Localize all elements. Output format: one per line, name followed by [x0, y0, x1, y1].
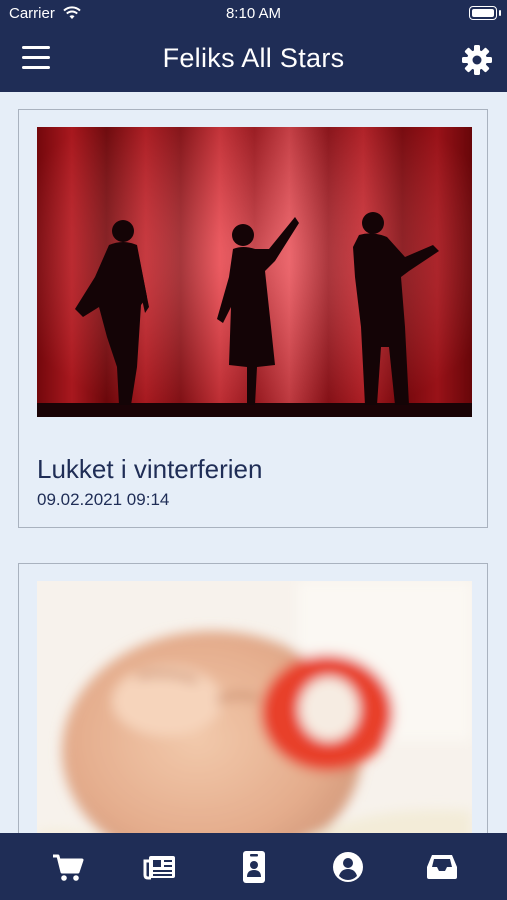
user-circle-icon[interactable] — [331, 851, 365, 883]
status-bar: Carrier 8:10 AM — [0, 0, 507, 28]
theater-curtain-image — [37, 127, 472, 417]
bottom-tab-bar — [0, 833, 507, 900]
contact-card-icon[interactable] — [237, 851, 271, 883]
news-feed[interactable]: Lukket i vinterferien 09.02.2021 09:14 — [0, 92, 507, 833]
battery-icon — [469, 6, 501, 20]
page-title: Feliks All Stars — [162, 43, 345, 73]
newspaper-icon[interactable] — [143, 851, 177, 883]
news-card[interactable]: Lukket i vinterferien 09.02.2021 09:14 — [18, 109, 488, 528]
post-title: Lukket i vinterferien — [37, 454, 263, 484]
news-card[interactable] — [18, 563, 488, 833]
top-navigation-bar: Carrier 8:10 AM Feliks All Stars — [0, 0, 507, 92]
clock: 8:10 AM — [225, 5, 282, 22]
shopping-cart-icon[interactable] — [51, 851, 85, 883]
gear-icon[interactable] — [461, 44, 493, 76]
baby-pacifier-image — [37, 581, 472, 833]
inbox-icon[interactable] — [425, 851, 459, 883]
post-date: 09.02.2021 09:14 — [37, 490, 170, 509]
